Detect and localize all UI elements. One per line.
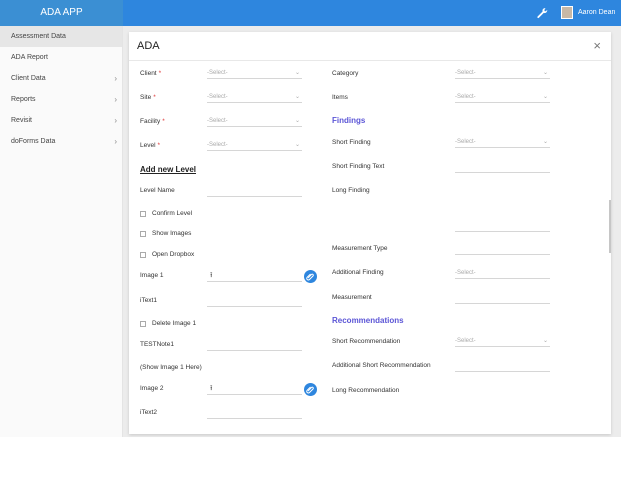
avatar[interactable] [561, 6, 573, 19]
sidebar-item-doforms-data[interactable]: doForms Data › [0, 131, 122, 152]
short-recommendation-label: Short Recommendation [332, 338, 401, 345]
itext2-input[interactable] [207, 407, 302, 419]
show-images-checkbox[interactable] [140, 231, 146, 237]
short-finding-text-label: Short Finding Text [332, 163, 385, 170]
chevron-down-icon: ⌄ [542, 70, 548, 76]
delete-image1-checkbox[interactable] [140, 321, 146, 327]
items-label: Items [332, 94, 348, 101]
attach-icon[interactable] [304, 270, 317, 283]
additional-finding-label: Additional Finding [332, 269, 384, 276]
sidebar-item-client-data[interactable]: Client Data › [0, 68, 122, 89]
delete-image1-label: Delete Image 1 [152, 320, 197, 327]
measurement-input[interactable] [455, 292, 550, 304]
testnote1-input[interactable] [207, 339, 302, 351]
open-dropbox-label: Open Dropbox [152, 251, 195, 258]
itext2-label: iText2 [140, 409, 157, 416]
modal-divider [129, 60, 611, 61]
category-select[interactable]: -Select- ⌄ [455, 67, 550, 79]
app-title[interactable]: ADA APP [0, 0, 123, 26]
short-finding-label: Short Finding [332, 139, 371, 146]
measurement-type-label: Measurement Type [332, 245, 388, 252]
long-finding-label: Long Finding [332, 187, 370, 194]
category-label: Category [332, 70, 359, 77]
sidebar-item-label: Reports [11, 96, 36, 103]
long-finding-input[interactable] [455, 220, 550, 232]
short-recommendation-select[interactable]: -Select- ⌄ [455, 335, 550, 347]
client-select[interactable]: -Select- ⌄ [207, 67, 302, 79]
show-images-label: Show Images [152, 230, 192, 237]
sidebar-item-label: Revisit [11, 117, 33, 124]
sidebar-item-label: Client Data [11, 75, 46, 82]
recommendations-heading: Recommendations [332, 316, 404, 325]
level-name-label: Level Name [140, 187, 175, 194]
level-label: Level * [140, 142, 161, 149]
scrollbar[interactable] [609, 200, 611, 253]
facility-label: Facility * [140, 118, 165, 125]
sidebar-item-label: Assessment Data [11, 33, 66, 40]
facility-select[interactable]: -Select- ⌄ [207, 115, 302, 127]
short-finding-text-input[interactable] [455, 161, 550, 173]
chevron-down-icon: ⌄ [542, 94, 548, 100]
level-select[interactable]: -Select- ⌄ [207, 139, 302, 151]
findings-heading: Findings [332, 116, 366, 125]
ada-modal: ADA × Client * -Select- ⌄ Site * -Select- ⌄ … [129, 32, 611, 434]
upload-icon: ⭱ [210, 272, 213, 279]
user-name[interactable]: Aaron Dean [578, 0, 615, 26]
measurement-label: Measurement [332, 294, 372, 301]
chevron-right-icon: › [114, 95, 117, 104]
top-bar: Aaron Dean [123, 0, 621, 26]
items-select[interactable]: -Select- ⌄ [455, 91, 550, 103]
itext1-label: iText1 [140, 297, 157, 304]
sidebar-item-reports[interactable]: Reports › [0, 89, 122, 110]
app-root: ADA APP Aaron Dean Assessment Data ADA R… [0, 0, 621, 437]
itext1-input[interactable] [207, 295, 302, 307]
close-icon[interactable]: × [593, 38, 601, 53]
site-label: Site * [140, 94, 156, 101]
sidebar-item-assessment-data[interactable]: Assessment Data [0, 26, 122, 47]
additional-short-recommendation-label: Additional Short Recommendation [332, 362, 431, 369]
short-finding-select[interactable]: -Select- ⌄ [455, 136, 550, 148]
testnote1-label: TESTNote1 [140, 341, 174, 348]
image1-label: Image 1 [140, 272, 164, 279]
image1-upload[interactable]: ⭱ [207, 270, 302, 282]
chevron-down-icon: ⌄ [542, 338, 548, 344]
additional-finding-input[interactable]: -Select- [455, 267, 550, 279]
image2-upload[interactable]: ⭱ [207, 383, 302, 395]
sidebar-item-revisit[interactable]: Revisit › [0, 110, 122, 131]
site-select[interactable]: -Select- ⌄ [207, 91, 302, 103]
add-new-level-link[interactable]: Add new Level [140, 165, 196, 174]
chevron-right-icon: › [114, 116, 117, 125]
chevron-down-icon: ⌄ [294, 94, 300, 100]
chevron-down-icon: ⌄ [542, 139, 548, 145]
confirm-level-label: Confirm Level [152, 210, 193, 217]
chevron-right-icon: › [114, 74, 117, 83]
sidebar-item-label: doForms Data [11, 138, 56, 145]
modal-title: ADA [137, 40, 160, 52]
confirm-level-checkbox[interactable] [140, 211, 146, 217]
level-name-input[interactable] [207, 185, 302, 197]
show-image1-here: (Show Image 1 Here) [140, 364, 202, 371]
measurement-type-input[interactable] [455, 243, 550, 255]
wrench-icon[interactable] [536, 7, 548, 19]
sidebar: Assessment Data ADA Report Client Data ›… [0, 26, 123, 437]
long-recommendation-label: Long Recommendation [332, 387, 400, 394]
chevron-down-icon: ⌄ [294, 142, 300, 148]
upload-icon: ⭱ [210, 385, 213, 392]
additional-short-recommendation-input[interactable] [455, 360, 550, 372]
image2-label: Image 2 [140, 385, 164, 392]
chevron-right-icon: › [114, 137, 117, 146]
sidebar-item-ada-report[interactable]: ADA Report [0, 47, 122, 68]
chevron-down-icon: ⌄ [294, 118, 300, 124]
open-dropbox-checkbox[interactable] [140, 252, 146, 258]
sidebar-item-label: ADA Report [11, 54, 48, 61]
attach-icon[interactable] [304, 383, 317, 396]
client-label: Client * [140, 70, 162, 77]
chevron-down-icon: ⌄ [294, 70, 300, 76]
